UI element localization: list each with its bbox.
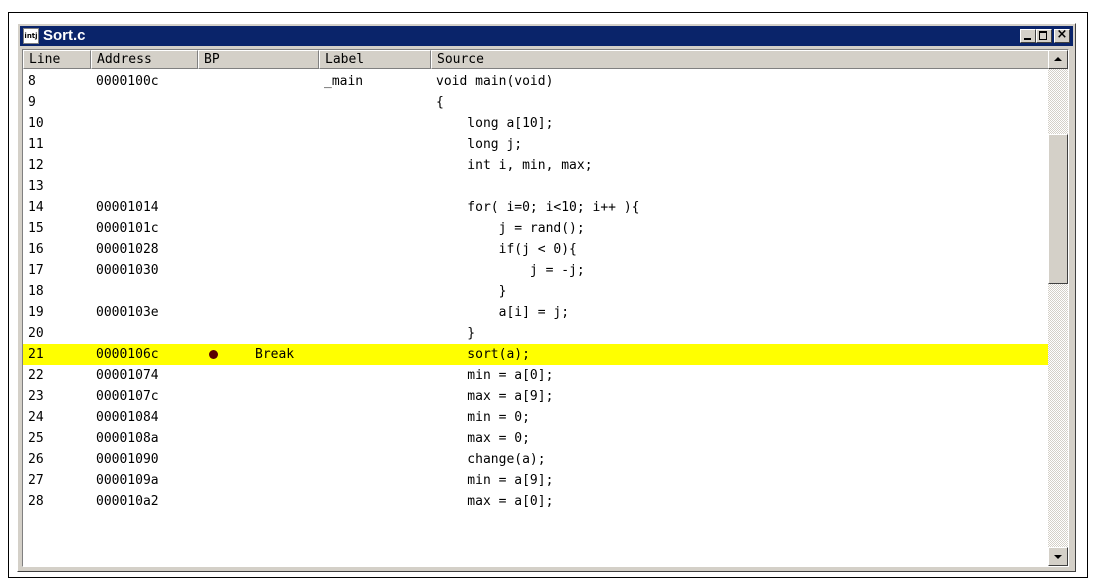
source-line[interactable]: 11 long j; [23, 134, 1049, 155]
line-source: min = a[0]; [436, 368, 554, 383]
source-line[interactable]: 27 0000109a min = a[9]; [23, 470, 1049, 491]
line-address: 00001074 [96, 368, 159, 383]
breakpoint-label: Break [255, 347, 295, 362]
line-address: 0000106c [96, 347, 159, 362]
line-source: } [436, 284, 507, 299]
line-number: 24 [28, 410, 44, 425]
column-header-bp[interactable]: BP [198, 50, 319, 69]
line-number: 27 [28, 473, 44, 488]
line-number: 13 [28, 179, 44, 194]
line-address: 00001028 [96, 242, 159, 257]
line-source: if(j < 0){ [436, 242, 577, 257]
line-source: max = 0; [436, 431, 530, 446]
line-address: 0000103e [96, 305, 159, 320]
source-line[interactable]: 10 long a[10]; [23, 113, 1049, 134]
close-button[interactable]: × [1054, 27, 1070, 43]
source-line[interactable]: 18 } [23, 281, 1049, 302]
line-address: 00001030 [96, 263, 159, 278]
source-lines: 8 0000100c _main void main(void) 9{10 long a… [23, 69, 1049, 566]
line-number: 17 [28, 263, 44, 278]
close-icon: × [1056, 27, 1068, 42]
line-source: j = -j; [436, 263, 585, 278]
line-label: _main [324, 74, 364, 89]
line-number: 19 [28, 305, 44, 320]
line-source: min = a[9]; [436, 473, 554, 488]
vertical-scrollbar[interactable] [1048, 50, 1068, 566]
scroll-down-button[interactable] [1048, 547, 1068, 566]
app-icon: intj [23, 28, 39, 44]
line-address: 0000109a [96, 473, 159, 488]
maximize-button[interactable] [1036, 29, 1052, 43]
source-line[interactable]: 20 } [23, 323, 1049, 344]
source-line[interactable]: 13 [23, 176, 1049, 197]
line-number: 10 [28, 116, 44, 131]
source-line[interactable]: 19 0000103e a[i] = j; [23, 302, 1049, 323]
line-source: long j; [436, 137, 523, 152]
line-number: 22 [28, 368, 44, 383]
source-window: intj Sort.c × Line Address BP Label Sour… [17, 23, 1076, 572]
source-line[interactable]: 23 0000107c max = a[9]; [23, 386, 1049, 407]
source-line[interactable]: 14 00001014 for( i=0; i<10; i++ ){ [23, 197, 1049, 218]
source-line[interactable]: 9{ [23, 92, 1049, 113]
source-line[interactable]: 26 00001090 change(a); [23, 449, 1049, 470]
source-view: Line Address BP Label Source 8 0000100c _m… [22, 49, 1069, 567]
source-line[interactable]: 22 00001074 min = a[0]; [23, 365, 1049, 386]
breakpoint-icon[interactable] [209, 350, 218, 359]
line-number: 23 [28, 389, 44, 404]
source-line[interactable]: 24 00001084 min = 0; [23, 407, 1049, 428]
source-line-current[interactable]: 21 0000106c Break sort(a); [23, 344, 1049, 365]
line-number: 8 [28, 74, 36, 89]
window-title: Sort.c [43, 27, 86, 44]
line-number: 12 [28, 158, 44, 173]
line-source: for( i=0; i<10; i++ ){ [436, 200, 640, 215]
source-line[interactable]: 25 0000108a max = 0; [23, 428, 1049, 449]
line-source: j = rand(); [436, 221, 585, 236]
source-line[interactable]: 28 000010a2 max = a[0]; [23, 491, 1049, 512]
column-header-source[interactable]: Source [431, 50, 1049, 69]
line-number: 14 [28, 200, 44, 215]
line-number: 26 [28, 452, 44, 467]
source-line[interactable]: 15 0000101c j = rand(); [23, 218, 1049, 239]
scroll-thumb[interactable] [1048, 134, 1068, 284]
column-header-address[interactable]: Address [91, 50, 198, 69]
column-header-line[interactable]: Line [23, 50, 91, 69]
line-address: 00001014 [96, 200, 159, 215]
scroll-up-button[interactable] [1048, 50, 1068, 69]
line-address: 0000107c [96, 389, 159, 404]
line-source: max = a[9]; [436, 389, 554, 404]
line-number: 25 [28, 431, 44, 446]
line-source: void main(void) [436, 74, 554, 89]
line-address: 00001084 [96, 410, 159, 425]
line-number: 18 [28, 284, 44, 299]
line-address: 0000101c [96, 221, 159, 236]
line-number: 15 [28, 221, 44, 236]
column-header-label[interactable]: Label [319, 50, 431, 69]
line-number: 16 [28, 242, 44, 257]
line-source: sort(a); [436, 347, 530, 362]
line-source: } [436, 326, 476, 341]
line-source: { [436, 95, 444, 110]
source-line[interactable]: 8 0000100c _main void main(void) [23, 71, 1049, 92]
line-address: 0000100c [96, 74, 159, 89]
line-address: 0000108a [96, 431, 159, 446]
line-number: 11 [28, 137, 44, 152]
line-source: min = 0; [436, 410, 530, 425]
line-number: 28 [28, 494, 44, 509]
line-source: change(a); [436, 452, 546, 467]
title-bar[interactable]: intj Sort.c × [20, 26, 1073, 46]
source-line[interactable]: 16 00001028 if(j < 0){ [23, 239, 1049, 260]
line-number: 20 [28, 326, 44, 341]
line-address: 00001090 [96, 452, 159, 467]
column-header: Line Address BP Label Source [23, 50, 1049, 69]
line-number: 21 [28, 347, 44, 362]
line-source: a[i] = j; [436, 305, 570, 320]
source-line[interactable]: 17 00001030 j = -j; [23, 260, 1049, 281]
line-address: 000010a2 [96, 494, 159, 509]
source-line[interactable]: 12 int i, min, max; [23, 155, 1049, 176]
line-number: 9 [28, 95, 36, 110]
line-source: int i, min, max; [436, 158, 593, 173]
minimize-button[interactable] [1020, 29, 1036, 43]
line-source: long a[10]; [436, 116, 554, 131]
line-source: max = a[0]; [436, 494, 554, 509]
